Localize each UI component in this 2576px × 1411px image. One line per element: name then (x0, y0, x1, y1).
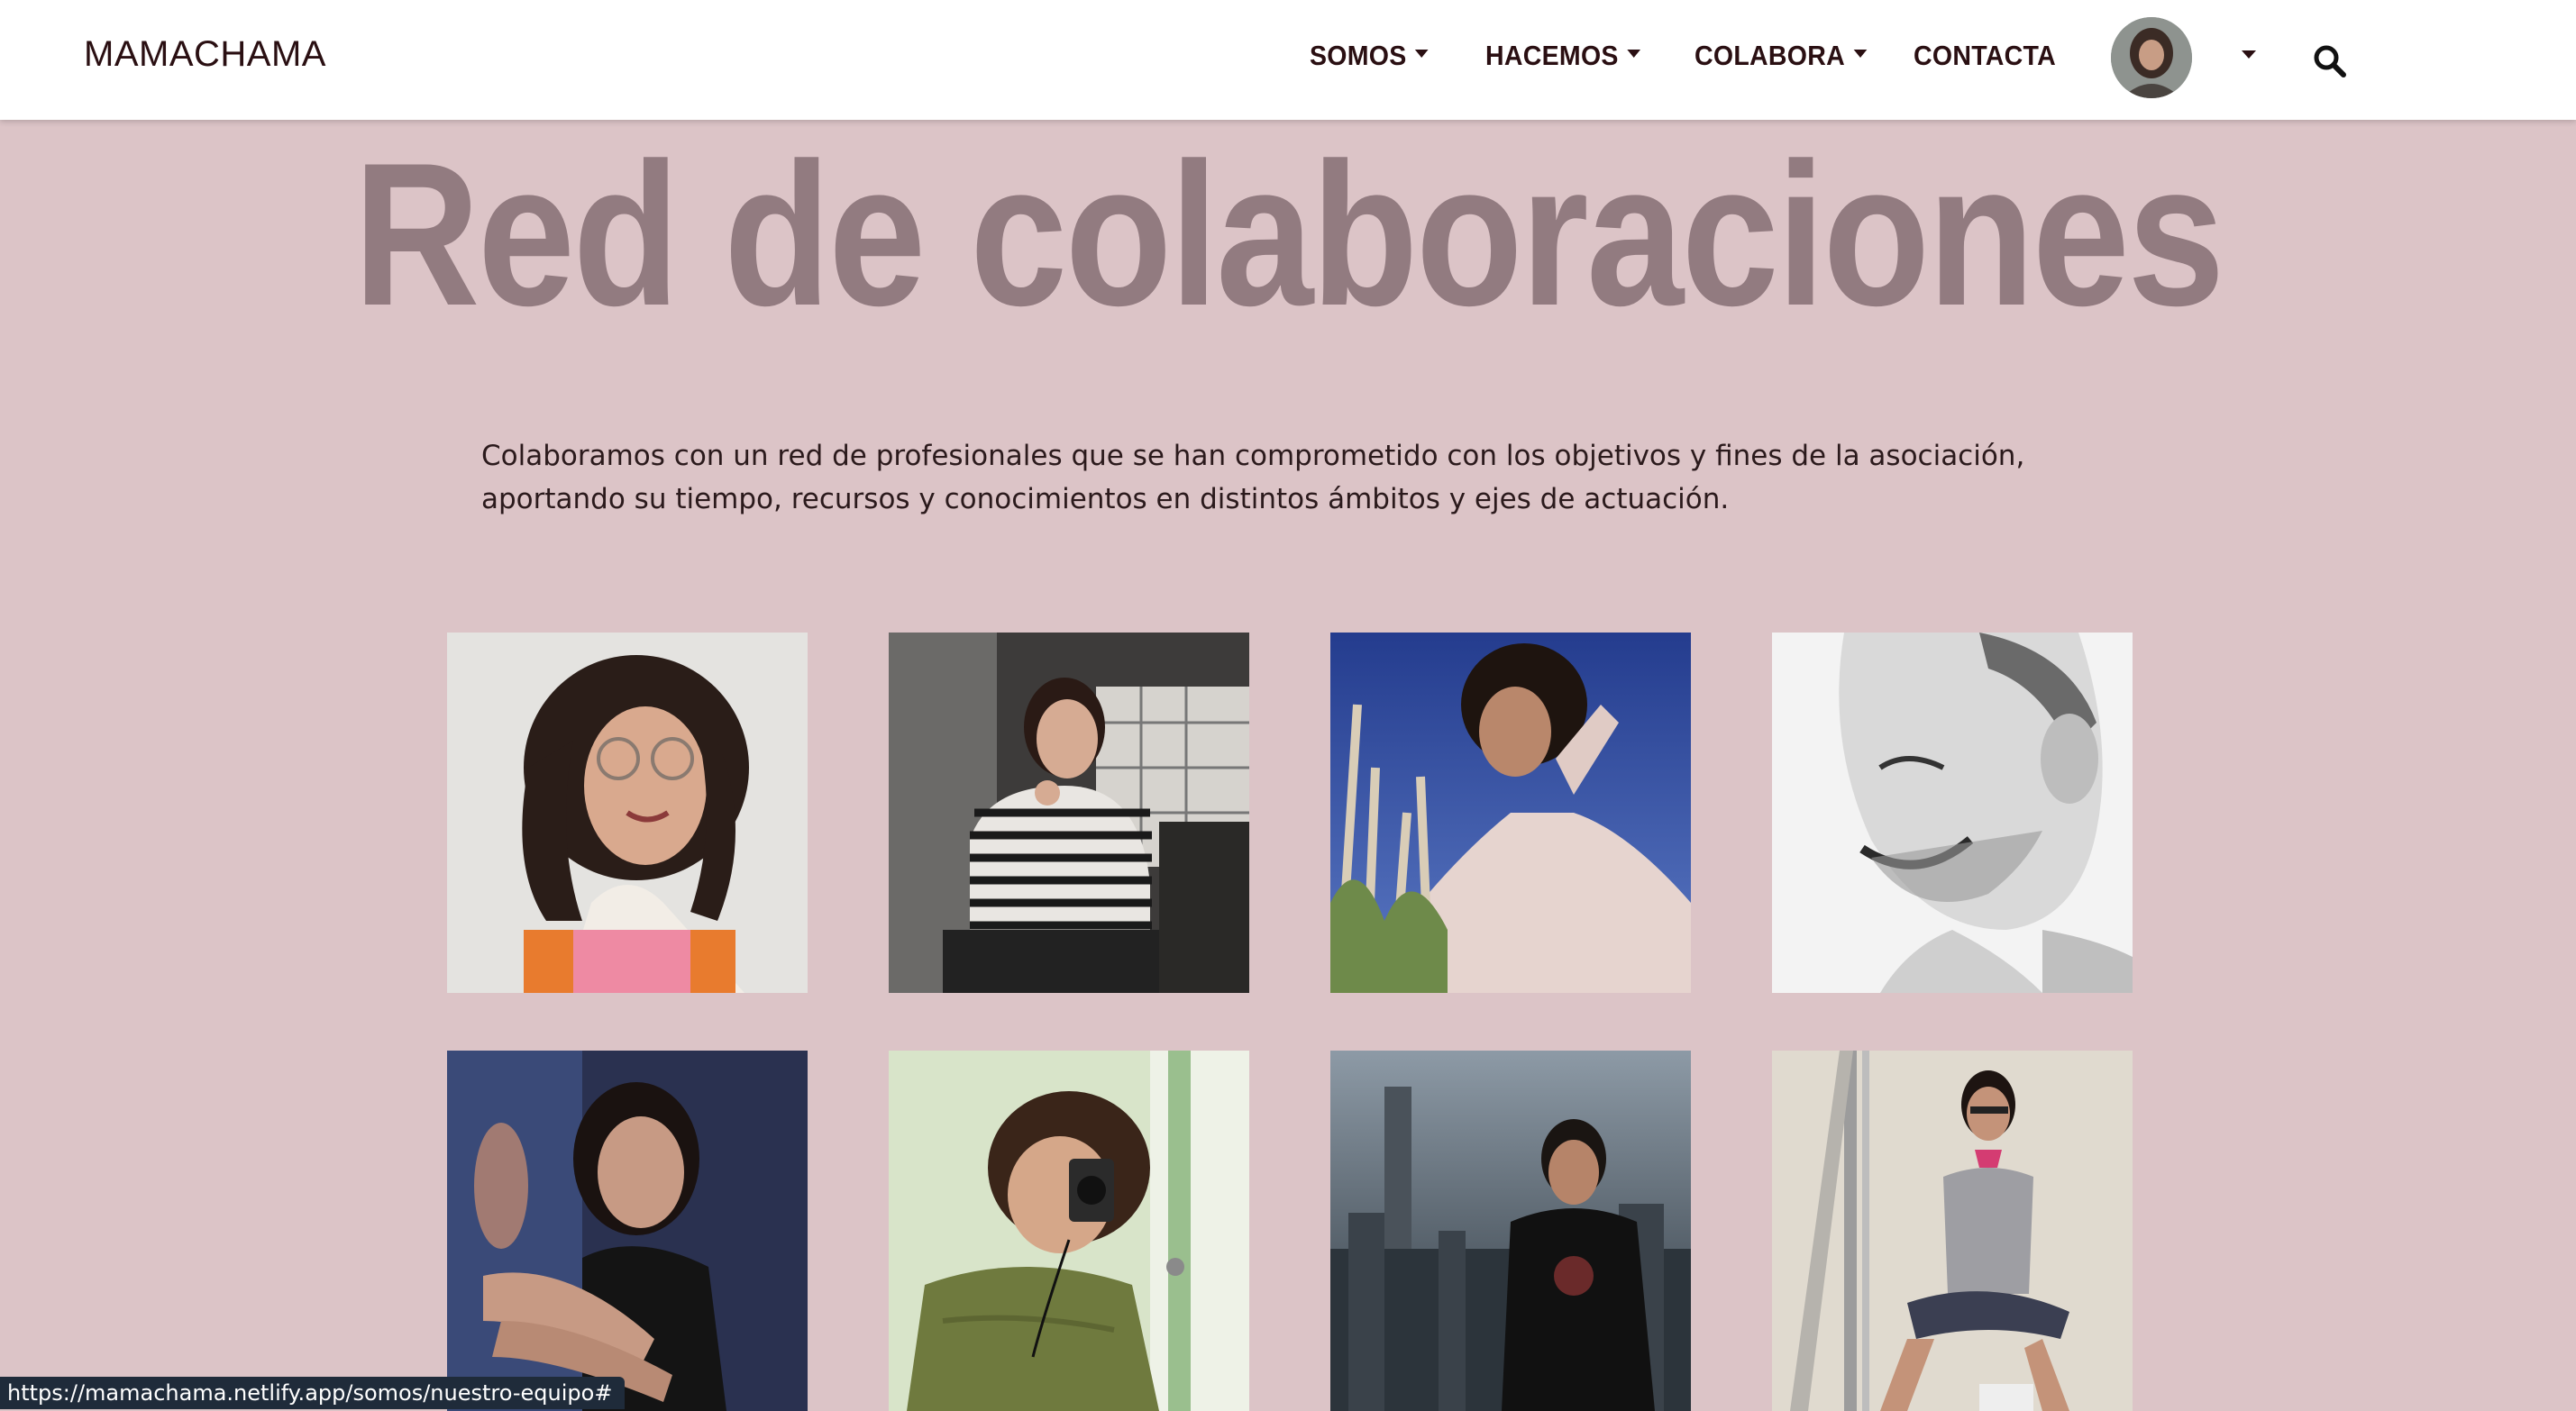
collaborator-photo-7[interactable] (1330, 1051, 1691, 1411)
user-avatar[interactable] (2111, 17, 2192, 98)
nav-item-somos-label: SOMOS (1310, 40, 1407, 71)
top-navbar: MAMACHAMA SOMOS HACEMOS COLABORA CONTACT… (0, 0, 2576, 120)
chevron-down-icon (1853, 50, 1867, 59)
collaborator-photo-2[interactable] (889, 633, 1249, 993)
nav-item-contacta[interactable]: CONTACTA (1914, 40, 2056, 72)
search-icon[interactable] (2312, 43, 2348, 79)
nav-item-colabora[interactable]: COLABORA (1694, 40, 1867, 72)
collaborator-photo-5[interactable] (447, 1051, 808, 1411)
collaborator-photo-6[interactable] (889, 1051, 1249, 1411)
page-title: Red de colaboraciones (353, 120, 2224, 348)
browser-status-bar-url: https://mamachama.netlify.app/somos/nues… (0, 1377, 626, 1409)
nav-item-contacta-label: CONTACTA (1914, 40, 2056, 71)
collaborator-photo-4[interactable] (1772, 633, 2133, 993)
user-menu-chevron-icon[interactable] (2242, 50, 2256, 59)
collaborator-photo-3[interactable] (1330, 633, 1691, 993)
chevron-down-icon (1414, 50, 1429, 59)
intro-paragraph: Colaboramos con un red de profesionales … (481, 440, 2025, 515)
chevron-down-icon (1626, 50, 1640, 59)
nav-item-hacemos-label: HACEMOS (1485, 40, 1619, 71)
collaborator-photo-1[interactable] (447, 633, 808, 993)
avatar-portrait-icon (2111, 17, 2192, 98)
nav-item-hacemos[interactable]: HACEMOS (1485, 40, 1640, 72)
nav-item-somos[interactable]: SOMOS (1310, 40, 1429, 72)
nav-item-colabora-label: COLABORA (1694, 40, 1845, 71)
collaborator-photo-8[interactable] (1772, 1051, 2133, 1411)
brand-logo-link[interactable]: MAMACHAMA (84, 34, 326, 75)
